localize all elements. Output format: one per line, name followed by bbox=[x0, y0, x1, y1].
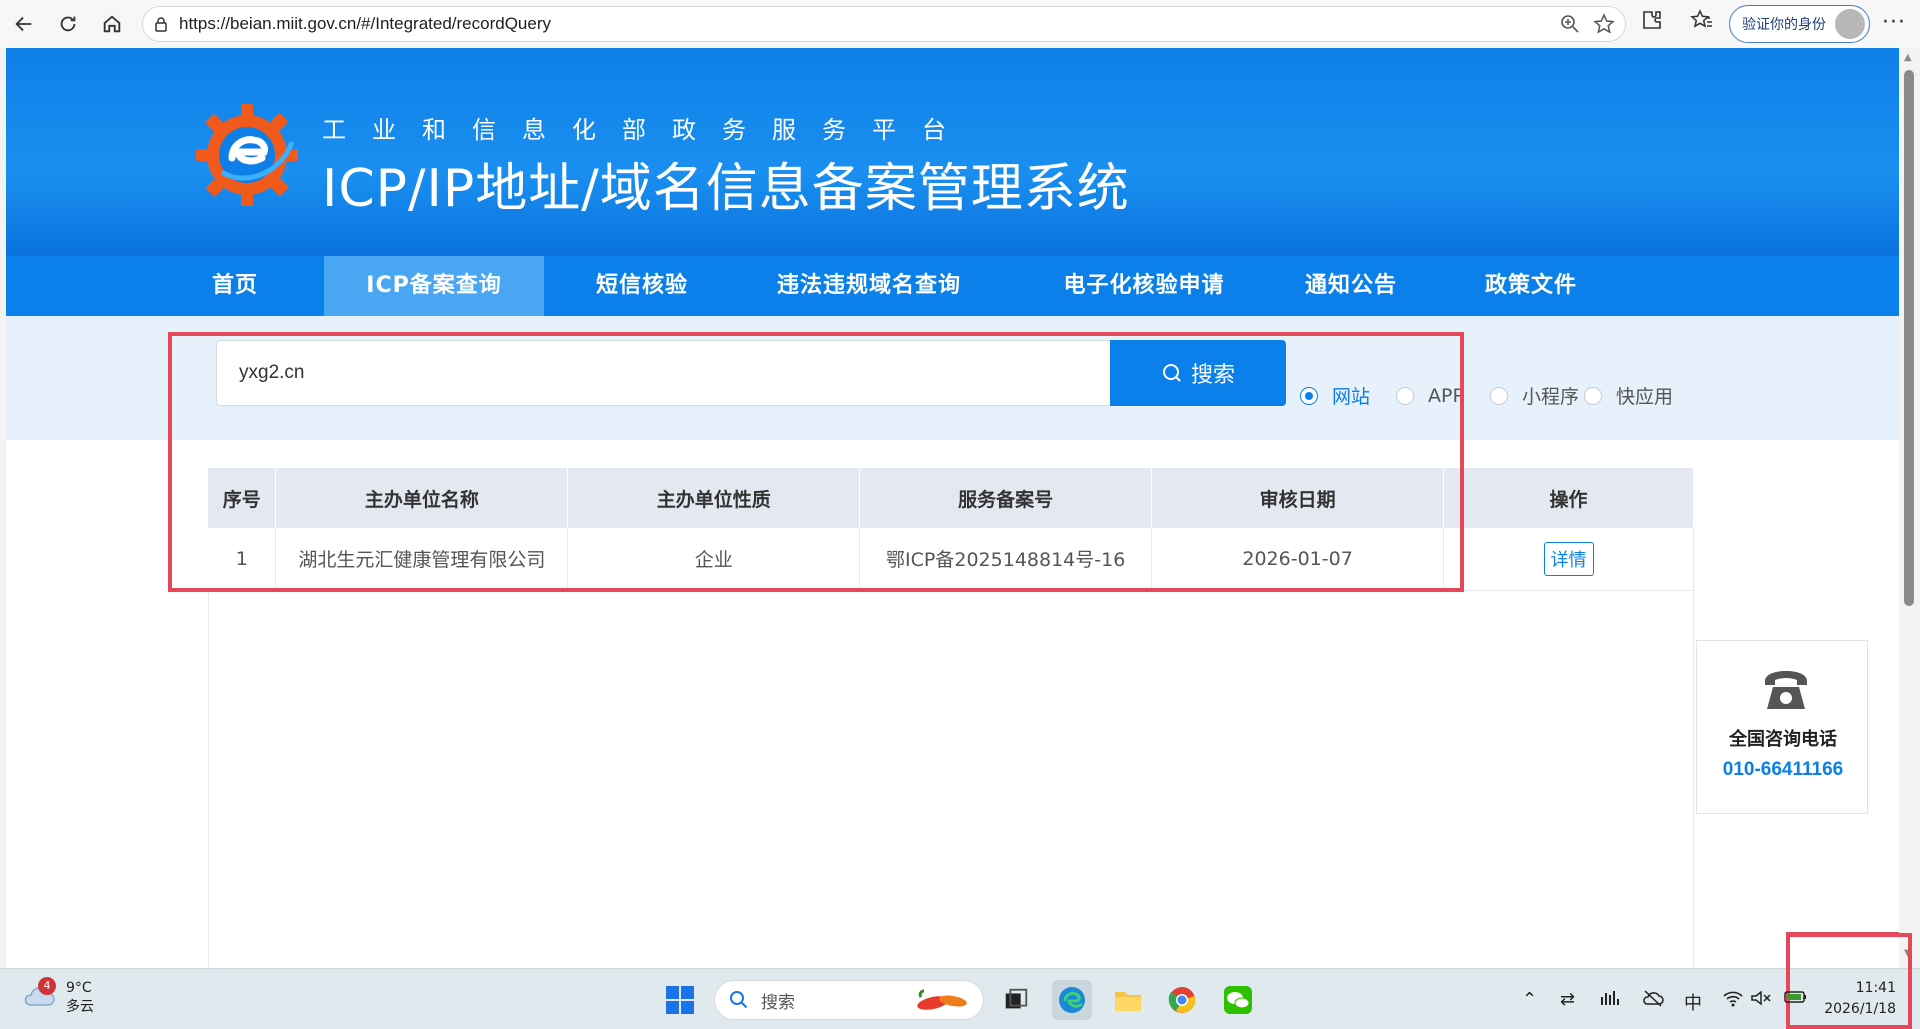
wechat-icon[interactable] bbox=[1218, 980, 1258, 1020]
detail-button[interactable]: 详情 bbox=[1543, 541, 1594, 576]
weather-widget[interactable]: 4 9°C 多云 bbox=[22, 977, 94, 1017]
nav-notices[interactable]: 通知公告 bbox=[1296, 256, 1406, 316]
task-view-icon[interactable] bbox=[996, 980, 1036, 1020]
tray-overflow-icon[interactable]: ⌃ bbox=[1522, 989, 1537, 1010]
nav-e-verify[interactable]: 电子化核验申请 bbox=[1044, 256, 1244, 316]
radio-miniprogram[interactable]: 小程序 bbox=[1490, 382, 1584, 409]
radio-miniprogram-circle[interactable] bbox=[1490, 386, 1508, 405]
profile-label: 验证你的身份 bbox=[1742, 17, 1826, 33]
refresh-icon[interactable] bbox=[48, 4, 88, 44]
banner-subtitle: 工业和信息化部政务服务平台 bbox=[322, 116, 972, 144]
main-nav: 首页 ICP备案查询 短信核验 违法违规域名查询 电子化核验申请 通知公告 政策… bbox=[6, 256, 1899, 316]
taskbar: 4 9°C 多云 搜索 ⌃ ⇄ 中 11:41 2026/1/18 bbox=[0, 933, 1920, 1029]
search-icon bbox=[730, 991, 748, 1009]
weather-condition: 多云 bbox=[66, 999, 94, 1015]
telephone-icon bbox=[1765, 671, 1807, 709]
page-viewport: 工业和信息化部政务服务平台 ICP/IP地址/域名信息备案管理系统 首页 ICP… bbox=[6, 48, 1899, 968]
back-icon[interactable] bbox=[4, 4, 44, 44]
consult-phone: 010-66411166 bbox=[1722, 759, 1844, 780]
weather-badge: 4 bbox=[38, 977, 56, 995]
extensions-icon[interactable] bbox=[1640, 8, 1664, 32]
highlight-box-results bbox=[168, 332, 1464, 592]
file-explorer-icon[interactable] bbox=[1108, 980, 1148, 1020]
radio-miniprogram-label: 小程序 bbox=[1522, 386, 1580, 408]
page-scrollbar[interactable]: ▲ ▼ bbox=[1899, 48, 1920, 968]
scroll-up-icon[interactable]: ▲ bbox=[1904, 52, 1912, 63]
chili-pepper-icon bbox=[917, 989, 967, 1010]
nav-policy[interactable]: 政策文件 bbox=[1476, 256, 1586, 316]
cloud-off-icon[interactable] bbox=[1642, 989, 1664, 1012]
ime-indicator[interactable]: 中 bbox=[1684, 989, 1702, 1015]
scrollbar-thumb[interactable] bbox=[1904, 70, 1914, 606]
cell-action: 详情 bbox=[1443, 528, 1694, 591]
miit-logo bbox=[196, 104, 298, 206]
nav-illegal-domain[interactable]: 违法违规域名查询 bbox=[764, 256, 974, 316]
radio-quickapp-circle[interactable] bbox=[1584, 386, 1602, 405]
nav-sms-verify[interactable]: 短信核验 bbox=[582, 256, 702, 316]
lock-icon bbox=[155, 17, 167, 32]
more-menu-icon[interactable]: ··· bbox=[1882, 10, 1906, 35]
avatar bbox=[1835, 9, 1865, 39]
home-icon[interactable] bbox=[92, 4, 132, 44]
radio-quickapp-label: 快应用 bbox=[1616, 386, 1674, 408]
nav-icp-query[interactable]: ICP备案查询 bbox=[324, 256, 544, 316]
taskbar-search[interactable]: 搜索 bbox=[714, 980, 984, 1020]
favorite-star-icon[interactable] bbox=[1593, 13, 1615, 35]
clock-time: 11:41 bbox=[1855, 980, 1896, 996]
radio-quickapp[interactable]: 快应用 bbox=[1584, 382, 1673, 409]
table-body-area bbox=[208, 590, 1694, 968]
wifi-icon[interactable] bbox=[1722, 989, 1744, 1012]
browser-toolbar: https://beian.miit.gov.cn/#/Integrated/r… bbox=[0, 0, 1920, 48]
clock-date: 2026/1/18 bbox=[1824, 1001, 1896, 1017]
windows-start-icon[interactable] bbox=[660, 980, 700, 1020]
temperature: 9°C bbox=[66, 980, 92, 996]
battery-charging-icon[interactable] bbox=[1784, 989, 1808, 1010]
chrome-icon[interactable] bbox=[1162, 980, 1202, 1020]
tray-app-icon[interactable]: ⇄ bbox=[1560, 989, 1575, 1010]
consult-card: 全国咨询电话 010-66411166 bbox=[1696, 640, 1868, 814]
volume-muted-icon[interactable] bbox=[1750, 989, 1772, 1012]
cloud-icon: 4 bbox=[22, 977, 56, 1009]
taskbar-search-label: 搜索 bbox=[761, 992, 795, 1013]
url-text: https://beian.miit.gov.cn/#/Integrated/r… bbox=[179, 14, 551, 33]
site-banner: 工业和信息化部政务服务平台 ICP/IP地址/域名信息备案管理系统 bbox=[6, 48, 1899, 256]
nav-home[interactable]: 首页 bbox=[192, 256, 278, 316]
address-bar[interactable]: https://beian.miit.gov.cn/#/Integrated/r… bbox=[142, 6, 1626, 42]
favorites-icon[interactable] bbox=[1690, 8, 1714, 32]
system-clock[interactable]: 11:41 2026/1/18 bbox=[1812, 978, 1896, 1020]
col-action: 操作 bbox=[1443, 468, 1694, 528]
profile-button[interactable]: 验证你的身份 bbox=[1729, 5, 1870, 43]
edge-browser-icon[interactable] bbox=[1052, 980, 1092, 1020]
tray-meter-icon[interactable] bbox=[1600, 989, 1620, 1012]
page-title: ICP/IP地址/域名信息备案管理系统 bbox=[322, 159, 1130, 219]
consult-title: 全国咨询电话 bbox=[1729, 729, 1837, 750]
zoom-icon[interactable] bbox=[1559, 13, 1581, 35]
